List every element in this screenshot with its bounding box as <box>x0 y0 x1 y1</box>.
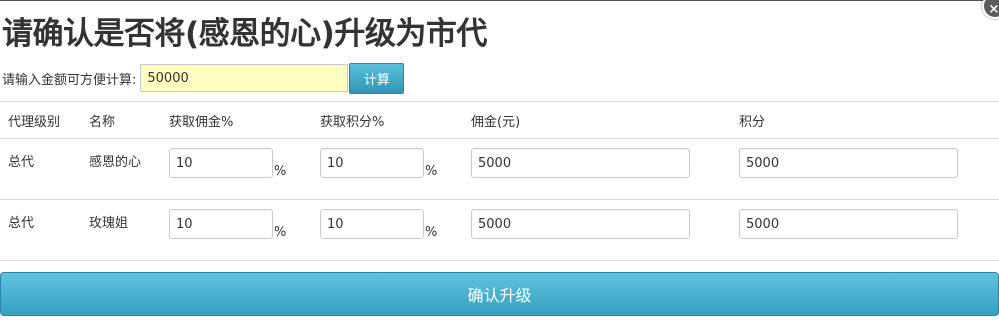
points-pct-input[interactable] <box>320 148 424 178</box>
points-input[interactable] <box>739 148 958 178</box>
commission-cell <box>463 138 731 200</box>
commission-cell <box>463 199 731 261</box>
percent-sign: % <box>425 163 438 179</box>
points-cell <box>731 138 999 200</box>
percent-sign: % <box>274 224 287 240</box>
percent-sign: % <box>274 163 287 179</box>
commission-pct-input[interactable] <box>169 148 273 178</box>
commission-input[interactable] <box>471 209 690 239</box>
points-cell <box>731 199 999 261</box>
calculator-row: 请输入金额可方便计算: 计算 <box>2 61 405 95</box>
points-pct-cell: % <box>312 199 463 261</box>
dialog-top-border <box>0 0 999 1</box>
commission-pct-cell: % <box>161 138 312 200</box>
table-row: 总代 玫瑰姐 % % <box>0 199 999 261</box>
points-pct-input[interactable] <box>320 209 424 239</box>
agent-name-cell: 玫瑰姐 <box>81 199 161 261</box>
dialog-title: 请确认是否将(感恩的心)升级为市代 <box>2 16 487 52</box>
agent-level-cell: 总代 <box>0 199 81 261</box>
agent-level-cell: 总代 <box>0 138 81 200</box>
agent-name-cell: 感恩的心 <box>81 138 161 200</box>
header-points-pct: 获取积分% <box>312 101 463 139</box>
header-name: 名称 <box>81 101 161 139</box>
header-commission-pct: 获取佣金% <box>161 101 312 139</box>
agent-table: 代理级别 名称 获取佣金% 获取积分% 佣金(元) 积分 总代 感恩的心 % % <box>0 101 999 261</box>
points-pct-cell: % <box>312 138 463 200</box>
confirm-upgrade-button[interactable]: 确认升级 <box>0 272 999 316</box>
close-button[interactable]: × <box>982 0 999 19</box>
table-header-row: 代理级别 名称 获取佣金% 获取积分% 佣金(元) 积分 <box>0 101 999 139</box>
commission-pct-input[interactable] <box>169 209 273 239</box>
header-commission: 佣金(元) <box>463 101 731 139</box>
commission-pct-cell: % <box>161 199 312 261</box>
header-points: 积分 <box>731 101 999 139</box>
table-row: 总代 感恩的心 % % <box>0 138 999 200</box>
percent-sign: % <box>425 224 438 240</box>
amount-label: 请输入金额可方便计算: <box>2 72 137 88</box>
points-input[interactable] <box>739 209 958 239</box>
calculate-button[interactable]: 计算 <box>349 62 405 94</box>
close-icon: × <box>988 1 999 17</box>
amount-input[interactable] <box>140 64 349 92</box>
commission-input[interactable] <box>471 148 690 178</box>
header-level: 代理级别 <box>0 101 81 139</box>
